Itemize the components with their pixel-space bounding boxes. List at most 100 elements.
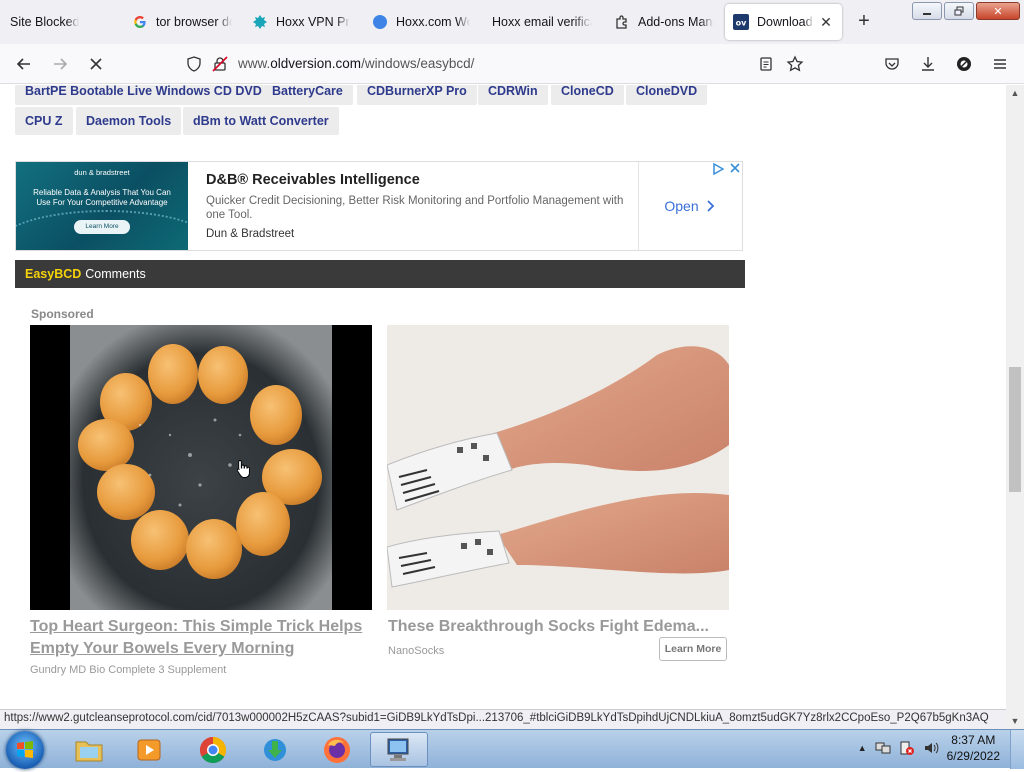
start-button[interactable] <box>6 731 44 769</box>
sponsored-title-2[interactable]: These Breakthrough Socks Fight Edema... <box>388 616 733 638</box>
url-path: /windows/easybcd/ <box>361 56 475 71</box>
folder-icon <box>75 741 103 761</box>
ad-image[interactable]: dun & bradstreet Reliable Data & Analysi… <box>16 162 188 250</box>
ad-title[interactable]: D&B® Receivables Intelligence <box>206 172 420 188</box>
sponsored-image-socks[interactable] <box>387 325 729 610</box>
related-link[interactable]: dBm to Watt Converter <box>183 107 339 135</box>
tab-hoxx-vpn[interactable]: Hoxx VPN Prox <box>244 4 358 40</box>
sponsored-source-2[interactable]: NanoSocks <box>388 645 444 657</box>
download-icon <box>922 57 934 71</box>
chrome-icon <box>199 736 227 763</box>
extension-icon <box>957 57 971 71</box>
close-ad-icon[interactable] <box>730 163 740 173</box>
sponsored-source-1[interactable]: Gundry MD Bio Complete 3 Supplement <box>30 664 226 676</box>
forward-button[interactable] <box>48 52 72 76</box>
pocket-button[interactable] <box>880 52 904 76</box>
tab-site-blocked[interactable]: Site Blocked <box>2 4 120 40</box>
related-link[interactable]: BatteryCare <box>262 85 353 105</box>
taskbar-explorer[interactable] <box>60 732 118 767</box>
related-link[interactable]: CloneCD <box>551 85 624 105</box>
url-domain: oldversion.com <box>270 56 362 71</box>
vertical-scrollbar[interactable]: ▲ ▼ <box>1006 85 1024 729</box>
insecure-lock-icon[interactable] <box>212 56 228 75</box>
close-tab-icon[interactable]: ✕ <box>818 14 834 31</box>
firefox-icon <box>324 736 350 763</box>
tab-addons[interactable]: Add-ons Mana <box>606 4 722 40</box>
related-link[interactable]: CDBurnerXP Pro <box>357 85 477 105</box>
scroll-down-arrow-icon[interactable]: ▼ <box>1006 713 1024 729</box>
sponsored-title-1[interactable]: Top Heart Surgeon: This Simple Trick Hel… <box>30 616 375 660</box>
tab-tor-browser[interactable]: tor browser do <box>124 4 240 40</box>
url-prefix: www. <box>238 56 271 71</box>
forward-arrow-icon <box>54 58 68 70</box>
hand-cursor-icon <box>236 460 250 478</box>
related-link[interactable]: Daemon Tools <box>76 107 182 135</box>
clock-date: 6/29/2022 <box>946 749 1000 763</box>
volume-icon[interactable] <box>923 740 939 756</box>
adchoices-icon[interactable] <box>712 163 724 175</box>
taskbar-firefox[interactable] <box>308 732 366 767</box>
tab-label: Hoxx.com Wel <box>396 15 470 29</box>
taskbar-idm[interactable] <box>246 732 304 767</box>
system-tray: ▲ 8:37 AM 6/29/2022 <box>858 732 1000 764</box>
taskbar-remote-desktop[interactable] <box>370 732 428 767</box>
bookmark-star-icon[interactable] <box>786 55 804 76</box>
back-button[interactable] <box>12 52 36 76</box>
ad-image-tagline: Reliable Data & Analysis That You Can Us… <box>33 188 171 207</box>
network-icon[interactable] <box>875 740 891 756</box>
extension-button[interactable] <box>952 52 976 76</box>
clock-time: 8:37 AM <box>951 733 996 747</box>
reader-view-icon[interactable] <box>758 56 774 75</box>
chevron-right-icon <box>706 200 714 212</box>
related-link[interactable]: CPU Z <box>15 107 73 135</box>
new-tab-button[interactable]: + <box>852 10 876 34</box>
show-desktop-button[interactable] <box>1010 730 1024 769</box>
action-center-icon[interactable] <box>899 740 915 756</box>
ad-image-cta[interactable]: Learn More <box>74 220 130 234</box>
taskbar-media-player[interactable] <box>120 732 178 767</box>
restore-icon <box>954 6 964 16</box>
navigation-bar: www.oldversion.com/windows/easybcd/ <box>0 44 1024 84</box>
stop-loading-button[interactable] <box>84 52 108 76</box>
hamburger-menu-icon <box>994 59 1006 69</box>
tab-label: Add-ons Mana <box>638 15 714 29</box>
ad-open-button[interactable]: Open <box>638 162 742 250</box>
computer-icon <box>387 738 409 761</box>
taskbar-chrome[interactable] <box>184 732 242 767</box>
window-controls: ✕ <box>912 2 1020 20</box>
tab-label: Site Blocked <box>10 15 80 29</box>
tab-hoxx-email[interactable]: Hoxx email verifica <box>484 4 600 40</box>
tab-download-oldversion[interactable]: ov Download O ✕ <box>725 4 842 40</box>
learn-more-button[interactable]: Learn More <box>659 637 727 661</box>
minimize-button[interactable] <box>912 2 942 20</box>
minimize-icon <box>923 13 931 15</box>
stop-icon <box>90 58 102 70</box>
shield-icon[interactable] <box>186 56 202 75</box>
page-content: BartPE Bootable Live Windows CD DVD Batt… <box>0 85 1006 709</box>
pocket-icon <box>885 58 899 70</box>
url-bar[interactable]: www.oldversion.com/windows/easybcd/ <box>180 50 816 78</box>
display-ad[interactable]: dun & bradstreet Reliable Data & Analysi… <box>15 161 743 251</box>
menu-button[interactable] <box>988 52 1012 76</box>
scroll-up-arrow-icon[interactable]: ▲ <box>1006 85 1024 101</box>
back-arrow-icon <box>16 58 30 70</box>
tab-hoxx-welcome[interactable]: Hoxx.com Wel <box>364 4 478 40</box>
related-link[interactable]: CDRWin <box>478 85 548 105</box>
restore-button[interactable] <box>944 2 974 20</box>
ad-advertiser: Dun & Bradstreet <box>206 228 295 240</box>
url-text[interactable]: www.oldversion.com/windows/easybcd/ <box>238 56 474 71</box>
google-icon <box>132 14 148 30</box>
downloads-button[interactable] <box>916 52 940 76</box>
sponsored-image-eggs[interactable] <box>30 325 372 610</box>
related-link[interactable]: CloneDVD <box>626 85 708 105</box>
windows-logo-icon <box>17 741 33 758</box>
media-player-icon <box>137 739 161 760</box>
sponsored-label: Sponsored <box>31 307 94 321</box>
show-hidden-icons-icon[interactable]: ▲ <box>858 743 867 753</box>
oldversion-icon: ov <box>733 14 749 30</box>
close-window-button[interactable]: ✕ <box>976 2 1020 20</box>
status-link-preview: https://www2.gutcleanseprotocol.com/cid/… <box>0 709 1006 729</box>
scrollbar-thumb[interactable] <box>1009 367 1021 492</box>
system-clock[interactable]: 8:37 AM 6/29/2022 <box>947 732 1000 764</box>
related-link[interactable]: BartPE Bootable Live Windows CD DVD <box>15 85 272 105</box>
